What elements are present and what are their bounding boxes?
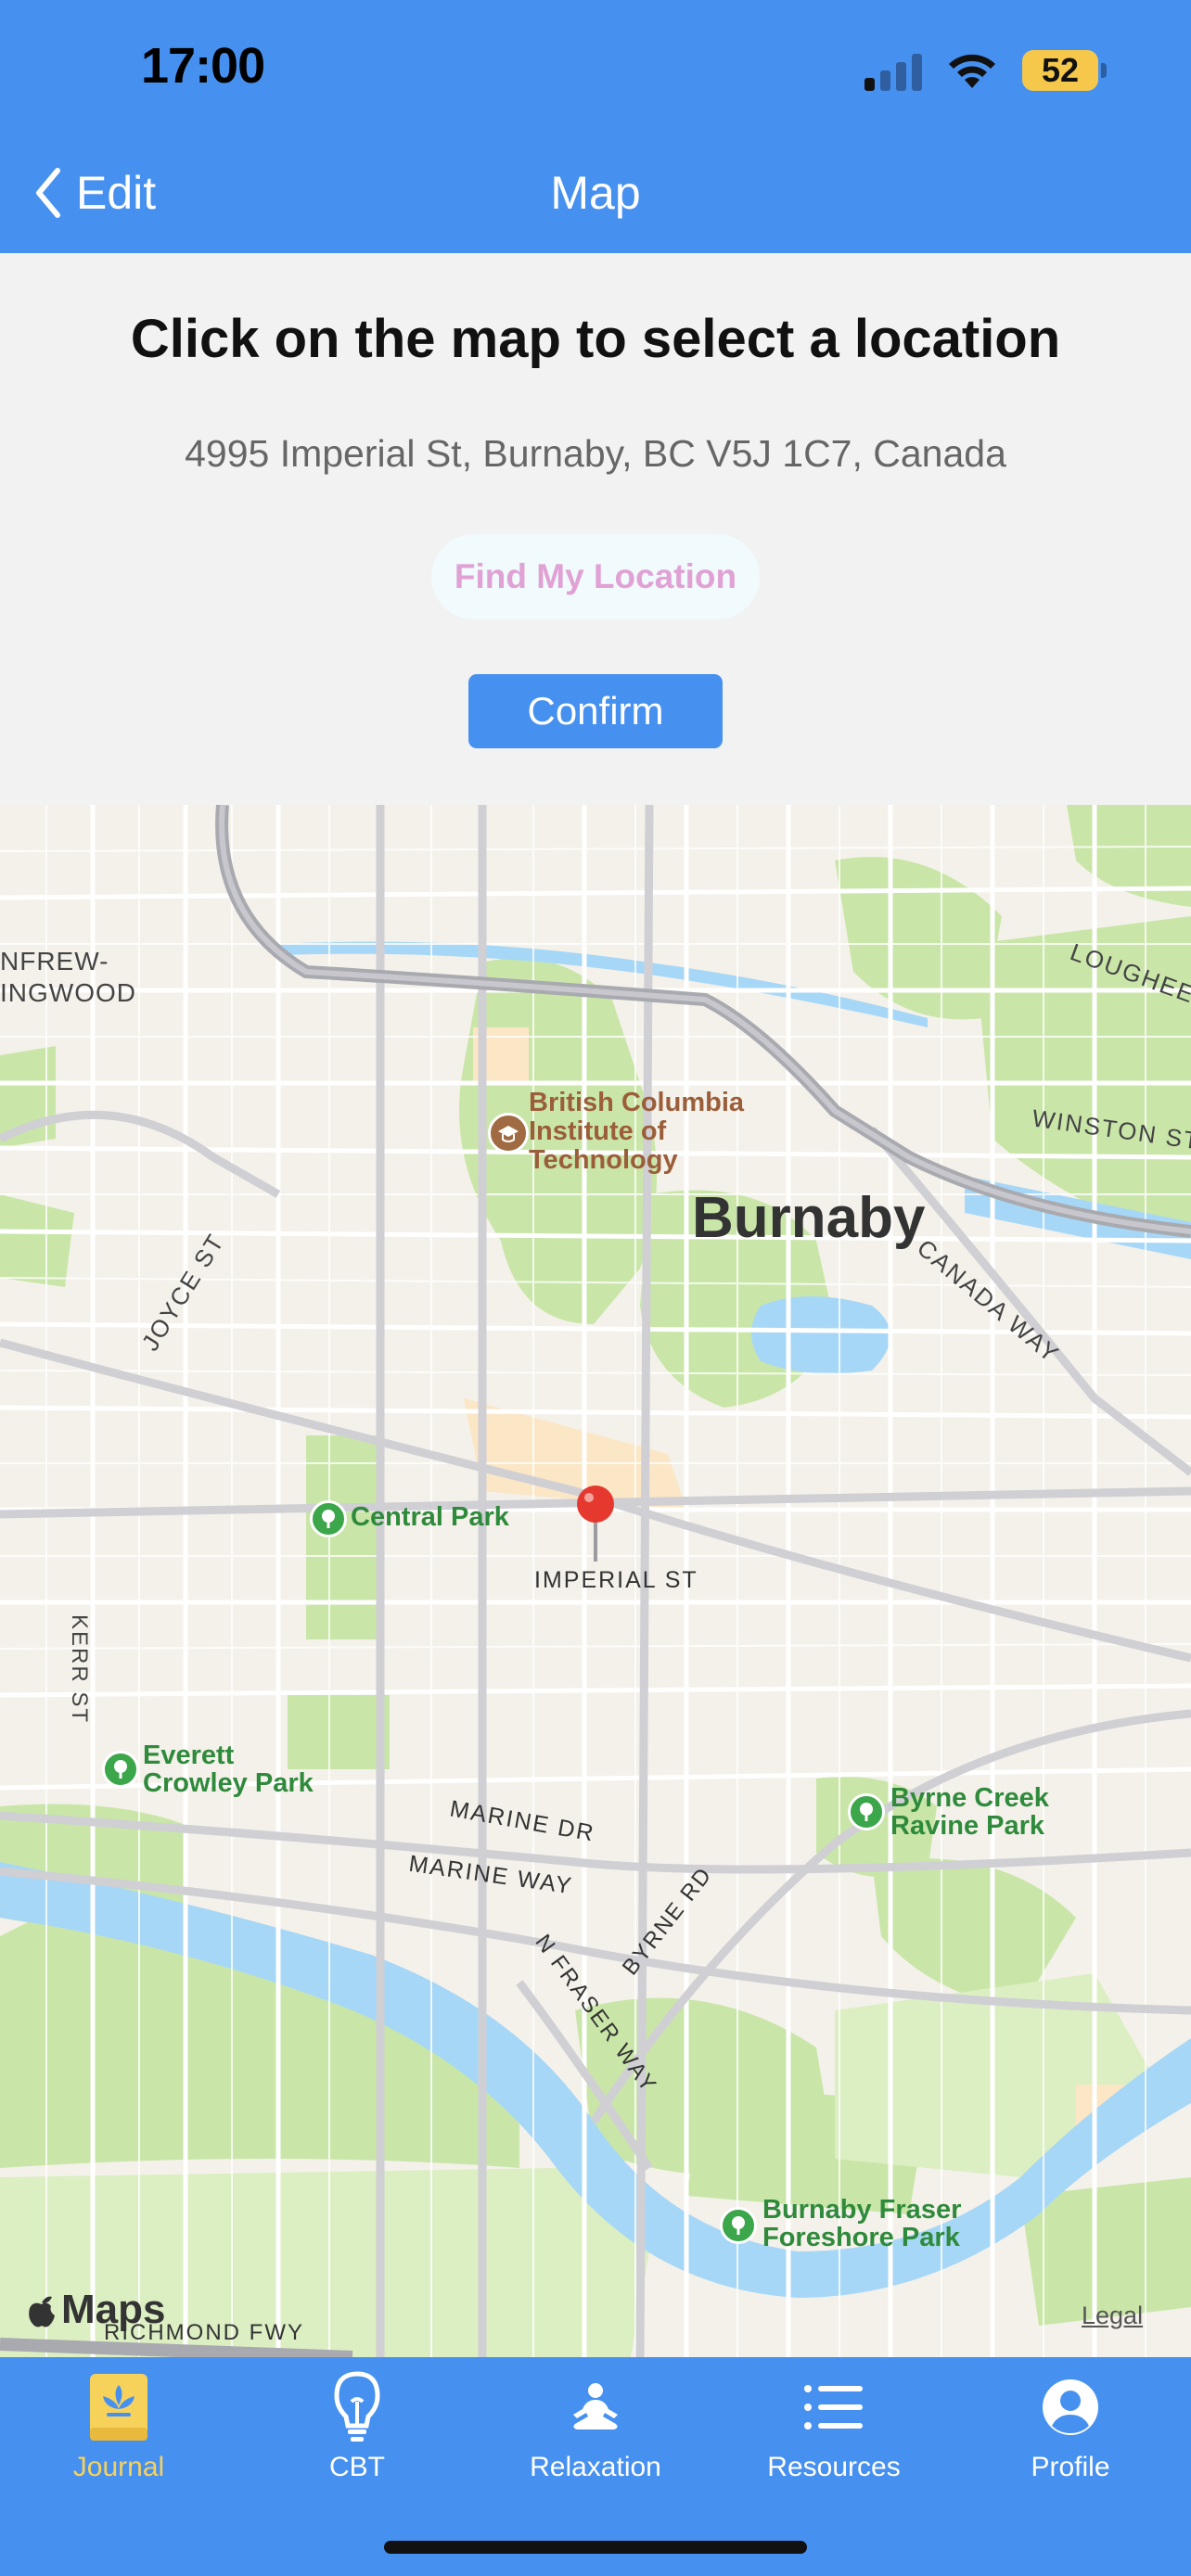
map-label-bcit-line2: Institute of (529, 1116, 667, 1146)
central-park-icon[interactable] (310, 1500, 347, 1537)
map-label-fraser-foreshore[interactable]: Burnaby Fraser Foreshore Park (762, 2196, 961, 2251)
home-indicator (384, 2541, 807, 2554)
tab-profile[interactable]: Profile (959, 2370, 1182, 2482)
everett-park-icon[interactable] (102, 1751, 139, 1788)
tab-journal[interactable]: Journal (7, 2370, 230, 2482)
maps-logo-text: Maps (61, 2287, 166, 2332)
journal-book-icon (90, 2374, 147, 2441)
map-label-bcit[interactable]: British Columbia Institute of Technology (529, 1089, 744, 1175)
map-label-byrne-creek-line2: Ravine Park (890, 1811, 1045, 1841)
cellular-signal-icon (864, 50, 922, 91)
battery-indicator: 52 (1022, 50, 1107, 91)
instruction-text: Click on the map to select a location (130, 309, 1061, 369)
legal-link[interactable]: Legal (1082, 2302, 1143, 2330)
location-pin[interactable] (575, 1484, 616, 1567)
wifi-icon (949, 54, 995, 88)
status-time: 17:00 (141, 38, 265, 94)
status-icons: 52 (864, 45, 1107, 96)
map-label-everett-line2: Crowley Park (143, 1768, 314, 1798)
maps-logo: Maps (26, 2287, 165, 2333)
confirm-button[interactable]: Confirm (468, 674, 723, 748)
map-label-renfrew-line2: INGWOOD (0, 978, 136, 1007)
bcit-poi-icon[interactable] (488, 1113, 529, 1154)
page-title: Map (550, 167, 641, 219)
map-label-bcit-line1: British Columbia (529, 1088, 745, 1117)
map-label-renfrew: NFREW- INGWOOD (0, 946, 136, 1009)
tab-cbt-label: CBT (329, 2452, 385, 2482)
map-label-renfrew-line1: NFREW- (0, 947, 109, 976)
tab-resources[interactable]: Resources (723, 2370, 945, 2482)
fraser-foreshore-park-icon[interactable] (720, 2207, 757, 2244)
map-label-byrne-creek[interactable]: Byrne Creek Ravine Park (890, 1784, 1049, 1840)
map-label-fraser-foreshore-line1: Burnaby Fraser (762, 2195, 962, 2225)
map-label-fraser-foreshore-line2: Foreshore Park (762, 2223, 960, 2252)
lightbulb-icon (334, 2371, 380, 2442)
map-label-everett[interactable]: Everett Crowley Park (143, 1741, 314, 1797)
tab-relaxation[interactable]: Relaxation (484, 2370, 707, 2482)
map-label-kerr: KERR ST (67, 1613, 93, 1725)
map-label-central-park[interactable]: Central Park (351, 1502, 509, 1533)
apple-icon (29, 2296, 55, 2327)
person-circle-icon (1043, 2379, 1098, 2435)
map-label-burnaby: Burnaby (692, 1186, 926, 1250)
map-view[interactable]: NFREW- INGWOOD LOUGHEED WINSTON ST Briti… (0, 805, 1191, 2357)
tab-cbt[interactable]: CBT (246, 2370, 468, 2482)
meditation-icon (573, 2383, 618, 2429)
map-label-bcit-line3: Technology (529, 1145, 678, 1175)
map-label-byrne-creek-line1: Byrne Creek (890, 1783, 1049, 1813)
map-label-imperial: IMPERIAL ST (534, 1567, 698, 1593)
map-label-everett-line1: Everett (143, 1741, 235, 1770)
tab-resources-label: Resources (767, 2452, 901, 2482)
tab-journal-label: Journal (72, 2452, 165, 2482)
tab-profile-label: Profile (1031, 2452, 1110, 2482)
tab-relaxation-label: Relaxation (530, 2452, 661, 2482)
find-my-location-button[interactable]: Find My Location (431, 534, 760, 619)
selected-address: 4995 Imperial St, Burnaby, BC V5J 1C7, C… (185, 432, 1006, 475)
list-icon (804, 2385, 863, 2429)
byrne-creek-park-icon[interactable] (848, 1793, 885, 1830)
